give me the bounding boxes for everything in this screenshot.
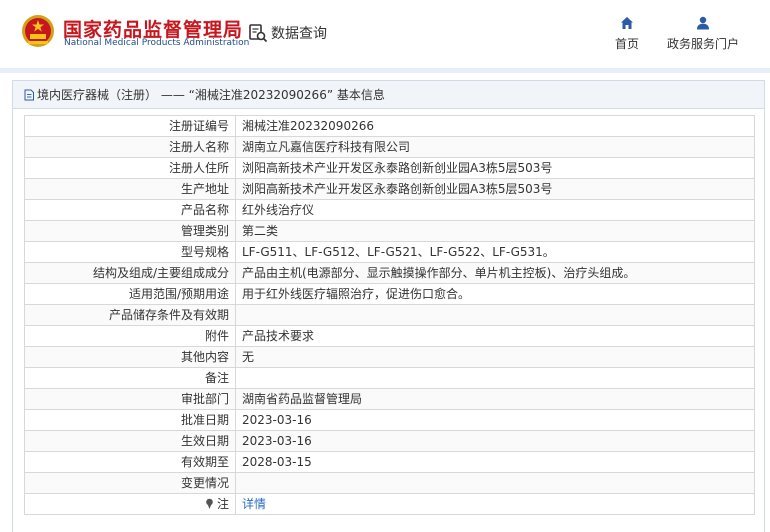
panel-header: 境内医疗器械（注册） —— “湘械注准20232090266” 基本信息 [13,81,764,109]
document-icon [24,89,34,100]
table-row-note: 注详情 [24,493,755,515]
field-label: 审批部门 [24,388,236,410]
home-icon [621,17,633,29]
table-row: 生产地址 浏阳高新技术产业开发区永泰路创新创业园A3栋5层503号 [24,178,755,200]
details-link[interactable]: 详情 [242,497,266,511]
nav-home-label: 首页 [614,37,639,51]
nav-gov-label: 政务服务门户 [666,37,739,51]
field-label: 产品名称 [24,199,236,221]
table-row: 备注 [24,367,755,389]
field-label: 结构及组成/主要组成成分 [24,262,236,284]
table-row: 管理类别 第二类 [24,220,755,242]
field-value: 湘械注准20232090266 [235,115,755,137]
field-label-note: 注 [24,493,236,515]
table-row: 注册人住所 浏阳高新技术产业开发区永泰路创新创业园A3栋5层503号 [24,157,755,179]
table-row: 变更情况 [24,472,755,494]
field-label: 型号规格 [24,241,236,263]
field-value: 用于红外线医疗辐照治疗，促进伤口愈合。 [235,283,755,305]
table-row: 注册证编号 湘械注准20232090266 [24,115,755,137]
field-value: 产品技术要求 [235,325,755,347]
field-label: 有效期至 [24,451,236,473]
field-label: 适用范围/预期用途 [24,283,236,305]
field-label: 注册人住所 [24,157,236,179]
user-icon [697,16,709,30]
field-label: 管理类别 [24,220,236,242]
field-value: 产品由主机(电源部分、显示触摸操作部分、单片机主控板)、治疗头组成。 [235,262,755,284]
field-value: 2023-03-16 [235,409,755,431]
site-title-en: National Medical Products Administration [64,38,250,48]
field-value [235,367,755,389]
note-pin-icon [206,498,213,509]
field-value: 湖南省药品监督管理局 [235,388,755,410]
field-value: 浏阳高新技术产业开发区永泰路创新创业园A3栋5层503号 [235,157,755,179]
field-value: LF-G511、LF-G512、LF-G521、LF-G522、LF-G531。 [235,241,755,263]
field-label: 附件 [24,325,236,347]
table-row: 产品名称 红外线治疗仪 [24,199,755,221]
field-label: 注册证编号 [24,115,236,137]
table-row: 结构及组成/主要组成成分 产品由主机(电源部分、显示触摸操作部分、单片机主控板)、… [24,262,755,284]
field-label: 生产地址 [24,178,236,200]
nav-gov-portal[interactable]: 政务服务门户 [664,16,742,52]
field-value: 第二类 [235,220,755,242]
field-value: 2028-03-15 [235,451,755,473]
field-value: 红外线治疗仪 [235,199,755,221]
national-emblem-icon [22,15,54,47]
data-query-label: 数据查询 [271,26,327,42]
field-label: 备注 [24,367,236,389]
field-value [235,304,755,326]
table-row: 适用范围/预期用途 用于红外线医疗辐照治疗，促进伤口愈合。 [24,283,755,305]
table-row: 产品储存条件及有效期 [24,304,755,326]
field-value: 2023-03-16 [235,430,755,452]
nav-home[interactable]: 首页 [612,16,642,52]
data-query-link[interactable]: 数据查询 [248,22,327,44]
table-row: 型号规格 LF-G511、LF-G512、LF-G521、LF-G522、LF-G… [24,241,755,263]
field-value-note: 详情 [235,493,755,515]
field-value: 湖南立凡嘉信医疗科技有限公司 [235,136,755,158]
field-label: 变更情况 [24,472,236,494]
field-label: 产品储存条件及有效期 [24,304,236,326]
table-row: 其他内容无 [24,346,755,368]
info-table: 注册证编号 湘械注准20232090266 注册人名称 湖南立凡嘉信医疗科技有限公司注… [24,115,755,515]
header-divider [0,68,770,73]
table-row: 审批部门 湖南省药品监督管理局 [24,388,755,410]
field-value [235,472,755,494]
field-value: 无 [235,346,755,368]
table-row: 批准日期 2023-03-16 [24,409,755,431]
field-label: 注册人名称 [24,136,236,158]
detail-panel: 境内医疗器械（注册） —— “湘械注准20232090266” 基本信息 注册证… [12,80,765,532]
panel-title: 境内医疗器械（注册） —— “湘械注准20232090266” 基本信息 [37,88,385,102]
field-value: 浏阳高新技术产业开发区永泰路创新创业园A3栋5层503号 [235,178,755,200]
table-row: 附件 产品技术要求 [24,325,755,347]
data-search-icon [249,24,268,43]
table-row: 有效期至 2028-03-15 [24,451,755,473]
table-row: 注册人名称 湖南立凡嘉信医疗科技有限公司 [24,136,755,158]
note-label: 注 [216,497,229,511]
field-label: 其他内容 [24,346,236,368]
site-header: 国家药品监督管理局 National Medical Products Admi… [0,0,770,64]
field-label: 批准日期 [24,409,236,431]
field-label: 生效日期 [24,430,236,452]
table-row: 生效日期 2023-03-16 [24,430,755,452]
